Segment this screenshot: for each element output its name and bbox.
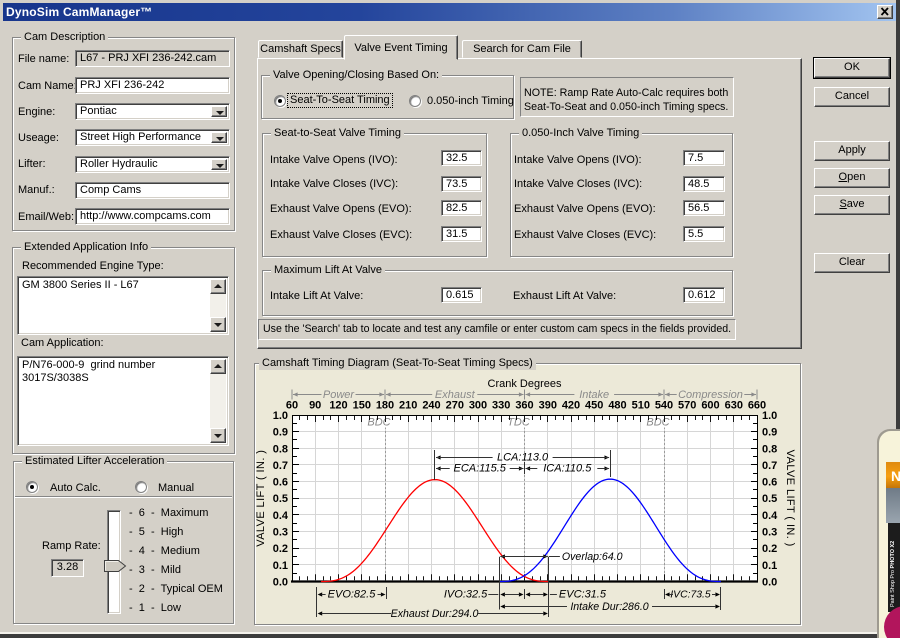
svg-text:Intake Dur:286.0: Intake Dur:286.0 <box>570 601 648 613</box>
svg-text:600: 600 <box>701 400 719 412</box>
svg-text:VALVE LIFT ( IN. ): VALVE LIFT ( IN. ) <box>255 450 267 547</box>
svg-text:630: 630 <box>725 400 743 412</box>
svg-text:270: 270 <box>446 400 464 412</box>
svg-text:0.2: 0.2 <box>273 543 288 555</box>
svg-text:BDC: BDC <box>646 417 669 429</box>
svg-text:0.7: 0.7 <box>762 460 777 472</box>
svg-text:0.9: 0.9 <box>273 427 288 439</box>
svg-text:570: 570 <box>678 400 696 412</box>
svg-text:0.1: 0.1 <box>762 560 777 572</box>
svg-text:540: 540 <box>655 400 673 412</box>
svg-text:1.0: 1.0 <box>762 410 777 422</box>
svg-text:0.7: 0.7 <box>273 460 288 472</box>
svg-text:450: 450 <box>585 400 603 412</box>
svg-text:VALVE LIFT ( IN. ): VALVE LIFT ( IN. ) <box>784 450 796 547</box>
svg-text:0.4: 0.4 <box>273 510 289 522</box>
svg-text:ECA:115.5: ECA:115.5 <box>454 463 507 475</box>
svg-text:0.2: 0.2 <box>762 543 777 555</box>
svg-text:420: 420 <box>562 400 580 412</box>
svg-text:IVO:32.5: IVO:32.5 <box>444 589 488 601</box>
svg-text:IVC:73.5: IVC:73.5 <box>670 590 711 601</box>
svg-text:480: 480 <box>608 400 626 412</box>
svg-text:EVO:82.5: EVO:82.5 <box>328 589 377 601</box>
svg-text:180: 180 <box>376 400 394 412</box>
svg-text:0.3: 0.3 <box>273 527 288 539</box>
svg-text:Crank Degrees: Crank Degrees <box>488 378 562 390</box>
svg-text:TDC: TDC <box>507 417 530 429</box>
svg-text:90: 90 <box>309 400 321 412</box>
svg-text:ICA:110.5: ICA:110.5 <box>543 463 592 475</box>
svg-text:0.9: 0.9 <box>762 427 777 439</box>
svg-text:EVC:31.5: EVC:31.5 <box>559 589 607 601</box>
svg-text:0.5: 0.5 <box>273 493 288 505</box>
svg-text:0.8: 0.8 <box>762 443 777 455</box>
svg-text:150: 150 <box>353 400 371 412</box>
svg-text:0.3: 0.3 <box>762 527 777 539</box>
svg-text:240: 240 <box>422 400 440 412</box>
svg-text:0.6: 0.6 <box>273 477 288 489</box>
svg-text:360: 360 <box>515 400 533 412</box>
svg-text:BDC: BDC <box>367 417 390 429</box>
svg-text:390: 390 <box>539 400 557 412</box>
svg-text:Overlap:64.0: Overlap:64.0 <box>562 551 623 563</box>
svg-text:0.0: 0.0 <box>762 577 777 589</box>
svg-text:0.1: 0.1 <box>273 560 288 572</box>
svg-text:0.0: 0.0 <box>273 577 288 589</box>
svg-text:510: 510 <box>632 400 650 412</box>
svg-text:330: 330 <box>492 400 510 412</box>
svg-text:120: 120 <box>329 400 347 412</box>
svg-text:1.0: 1.0 <box>273 410 288 422</box>
svg-text:0.5: 0.5 <box>762 493 777 505</box>
svg-text:Exhaust Dur:294.0: Exhaust Dur:294.0 <box>391 608 479 620</box>
svg-text:210: 210 <box>399 400 417 412</box>
svg-text:0.4: 0.4 <box>762 510 778 522</box>
svg-text:300: 300 <box>469 400 487 412</box>
svg-text:0.6: 0.6 <box>762 477 777 489</box>
svg-text:0.8: 0.8 <box>273 443 288 455</box>
